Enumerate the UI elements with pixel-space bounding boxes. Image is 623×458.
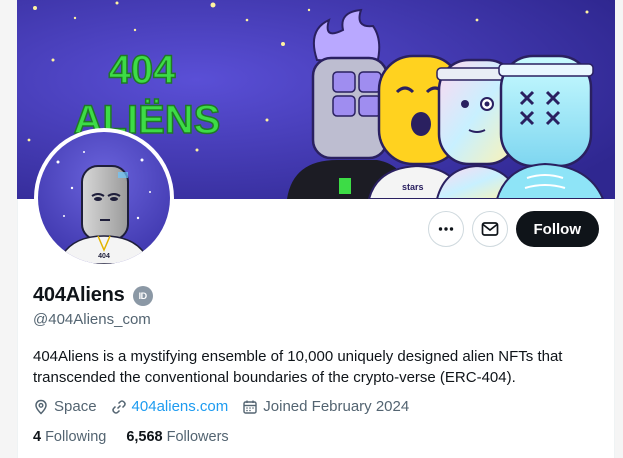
mail-icon: [481, 222, 498, 236]
profile-handle: @404Aliens_com: [33, 311, 151, 328]
more-button[interactable]: [427, 211, 464, 247]
followers-link[interactable]: 6,568 Followers: [126, 429, 228, 445]
svg-text:404: 404: [98, 253, 110, 260]
right-gutter: [615, 0, 623, 458]
location-pin-icon: [35, 399, 47, 415]
avatar-image: 404: [38, 132, 170, 264]
website-link[interactable]: 404aliens.com: [132, 398, 229, 415]
profile-name-row: 404Aliens ID: [33, 284, 153, 307]
followers-label: Followers: [166, 429, 229, 445]
location-item: Space: [33, 398, 97, 415]
profile-meta: Space 404aliens.com Joined February 2024: [33, 398, 423, 415]
following-label: Following: [45, 429, 107, 445]
following-count: 4: [33, 429, 42, 445]
followers-count: 6,568: [126, 429, 163, 445]
message-button[interactable]: [471, 211, 508, 247]
profile-avatar[interactable]: 404: [34, 128, 174, 268]
svg-text:stars: stars: [402, 182, 424, 192]
alien-character-skeleton: [495, 54, 605, 199]
following-link[interactable]: 4 Following: [33, 429, 106, 445]
follow-button[interactable]: Follow: [515, 211, 599, 247]
left-gutter: [0, 0, 17, 458]
calendar-icon: [243, 400, 257, 414]
more-horizontal-icon: [438, 227, 453, 231]
profile-frame: 404 ALIËNS stars 404 Follow 404Aliens ID…: [0, 0, 623, 458]
profile-bio: 404Aliens is a mystifying ensemble of 10…: [33, 348, 563, 386]
display-name: 404Aliens: [33, 284, 125, 306]
profile-actions: Follow: [427, 211, 599, 247]
joined-item: Joined February 2024: [242, 398, 409, 415]
verified-id-badge-icon[interactable]: ID: [132, 285, 153, 306]
profile-stats: 4 Following 6,568 Followers: [33, 429, 249, 445]
website-item: 404aliens.com: [111, 398, 229, 415]
joined-date: Joined February 2024: [263, 398, 410, 415]
link-icon: [111, 399, 126, 414]
location-text: Space: [54, 398, 97, 415]
svg-text:404: 404: [109, 48, 176, 92]
